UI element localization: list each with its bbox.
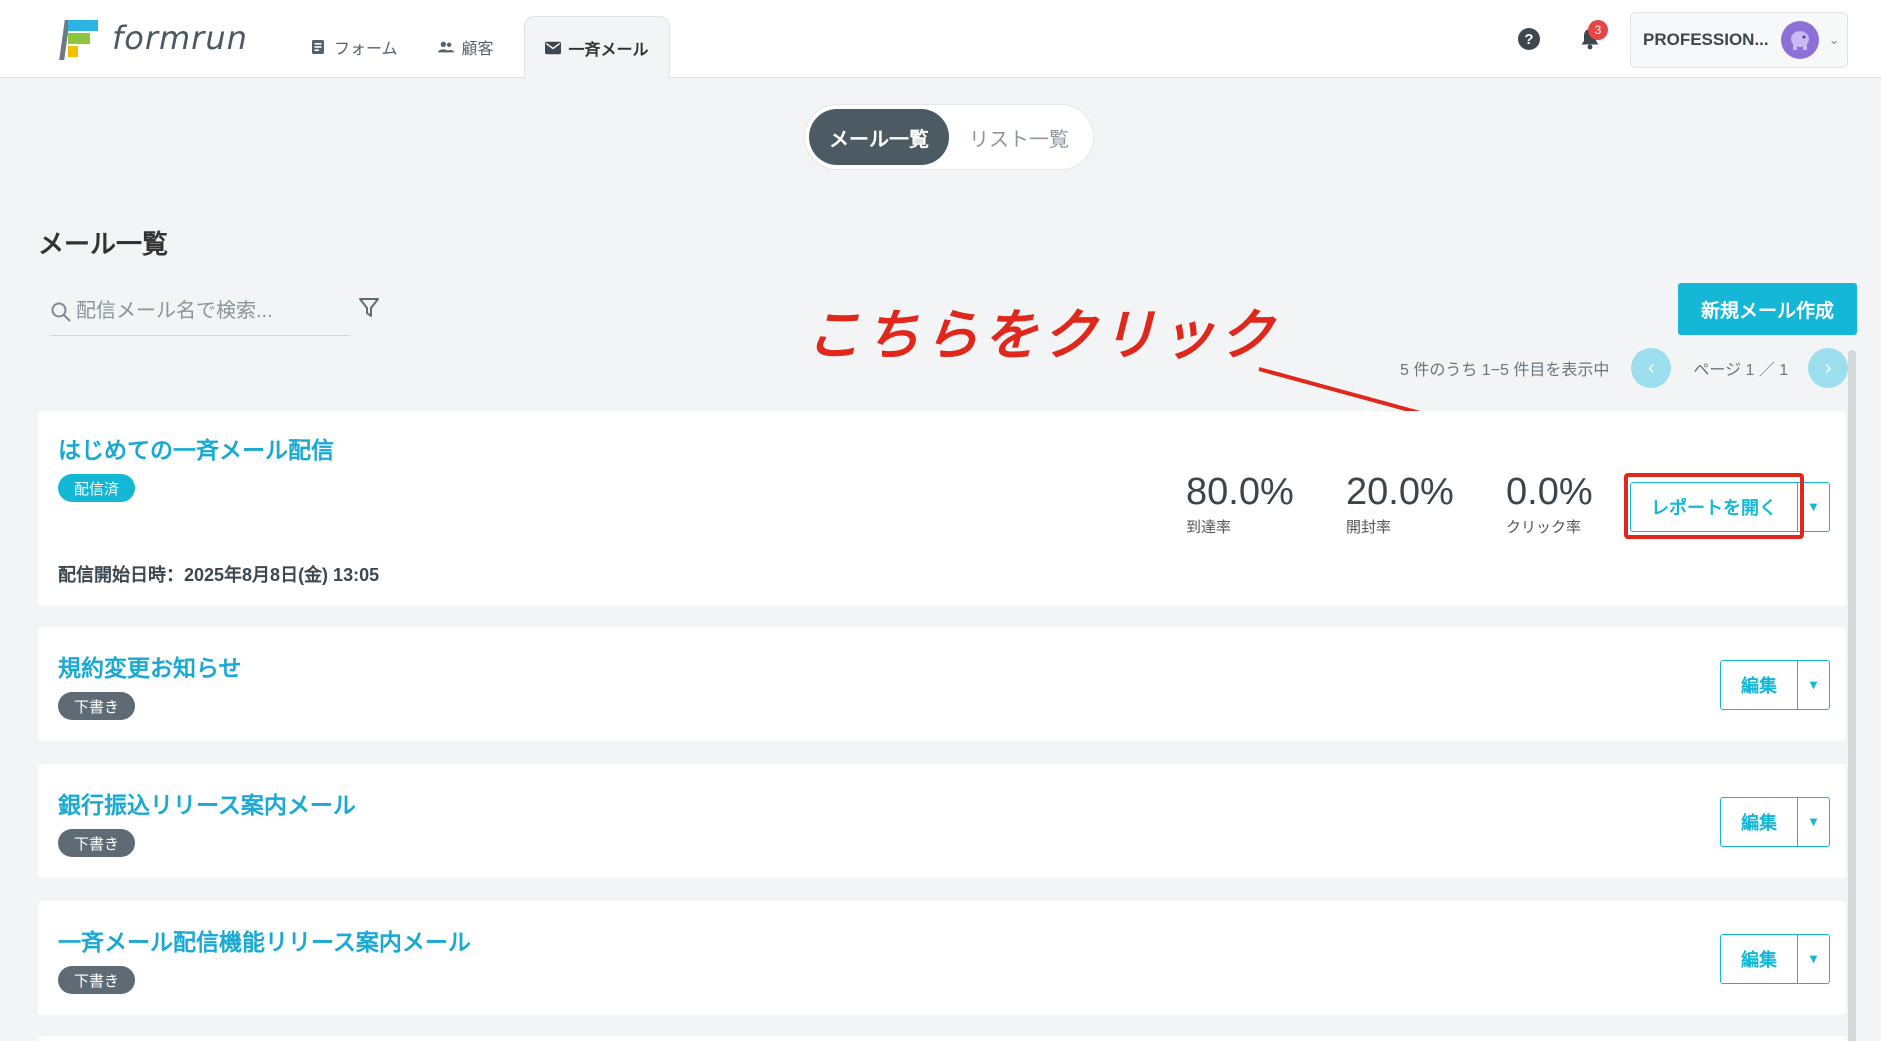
status-badge: 下書き: [58, 966, 136, 994]
sent-date: 配信開始日時：2025年8月8日(金) 13:05: [58, 565, 380, 585]
stat-value: 0.0%: [1506, 471, 1593, 513]
next-page-button[interactable]: ›: [1808, 348, 1849, 388]
mail-card: 規約変更お知らせ 下書き 編集 ▼: [38, 627, 1846, 741]
form-icon: [310, 39, 326, 55]
pagination: 5 件のうち 1−5 件目を表示中 ‹ ページ 1 ／ 1 ›: [1400, 348, 1849, 388]
search-input[interactable]: [76, 300, 336, 323]
stat-label: 到達率: [1186, 519, 1232, 536]
search-icon: [51, 302, 71, 322]
edit-button-group: 編集 ▼: [1720, 934, 1830, 984]
edit-button-group: 編集 ▼: [1720, 797, 1830, 847]
search-box: [50, 288, 350, 336]
scrollbar[interactable]: [1848, 350, 1856, 1041]
prev-page-button[interactable]: ‹: [1631, 348, 1672, 388]
mail-card: 銀行振込リリース案内メール 下書き 編集 ▼: [38, 764, 1846, 878]
open-rate: 20.0% 開封率: [1346, 471, 1454, 537]
edit-button[interactable]: 編集: [1720, 934, 1798, 984]
mail-title[interactable]: 銀行振込リリース案内メール: [58, 786, 356, 820]
account-menu[interactable]: PROFESSION... ⌄: [1630, 12, 1848, 68]
dropdown-caret-icon[interactable]: ▼: [1798, 660, 1830, 710]
edit-button[interactable]: 編集: [1720, 660, 1798, 710]
tab-mail-list[interactable]: メール一覧: [809, 109, 949, 165]
avatar: [1780, 21, 1819, 59]
mail-card: 一斉メール配信機能リリース案内メール 下書き 編集 ▼: [38, 901, 1846, 1015]
stat-value: 20.0%: [1346, 471, 1454, 513]
page-title: メール一覧: [38, 229, 169, 259]
edit-button[interactable]: 編集: [1720, 797, 1798, 847]
nav-item-customers[interactable]: 顧客: [418, 16, 514, 78]
logo-text: formrun: [112, 19, 248, 57]
page-indicator: ページ 1 ／ 1: [1693, 362, 1789, 379]
pagination-summary: 5 件のうち 1−5 件目を表示中: [1400, 362, 1610, 379]
stat-value: 80.0%: [1186, 471, 1294, 513]
annotation-text: こちらをクリック: [806, 303, 1279, 367]
click-rate: 0.0% クリック率: [1506, 471, 1593, 537]
status-badge: 配信済: [58, 474, 136, 502]
logo-icon: [59, 18, 100, 60]
formrun-logo[interactable]: formrun: [59, 18, 248, 60]
people-icon: [437, 39, 454, 55]
help-icon[interactable]: ?: [1518, 28, 1540, 50]
dropdown-caret-icon[interactable]: ▼: [1798, 934, 1830, 984]
stat-label: クリック率: [1506, 519, 1582, 536]
nav-label: 一斉メール: [568, 42, 649, 59]
main-nav: フォーム 顧客 一斉メール: [290, 16, 670, 79]
nav-item-form[interactable]: フォーム: [290, 16, 418, 78]
top-bar: formrun フォーム 顧客 一斉メール ? 3 PROFESSION...: [0, 0, 1881, 79]
tab-list-list[interactable]: リスト一覧: [949, 109, 1089, 165]
stat-label: 開封率: [1346, 519, 1392, 536]
chevron-down-icon: ⌄: [1828, 32, 1840, 48]
nav-label: フォーム: [334, 41, 398, 58]
mail-title[interactable]: 一斉メール配信機能リリース案内メール: [58, 923, 471, 957]
filter-icon[interactable]: [358, 296, 380, 320]
account-name: PROFESSION...: [1643, 30, 1769, 49]
edit-button-group: 編集 ▼: [1720, 660, 1830, 710]
nav-label: 顧客: [461, 41, 494, 58]
dropdown-caret-icon[interactable]: ▼: [1798, 797, 1830, 847]
mail-card: [38, 1036, 1846, 1041]
new-mail-button[interactable]: 新規メール作成: [1678, 283, 1857, 335]
delivery-rate: 80.0% 到達率: [1186, 471, 1294, 537]
view-switcher: メール一覧 リスト一覧: [804, 104, 1094, 170]
mail-title[interactable]: 規約変更お知らせ: [58, 649, 242, 683]
status-badge: 下書き: [58, 829, 136, 857]
mail-card: はじめての一斉メール配信 配信済 配信開始日時：2025年8月8日(金) 13:…: [38, 411, 1846, 606]
status-badge: 下書き: [58, 692, 136, 720]
mail-title[interactable]: はじめての一斉メール配信: [58, 431, 334, 465]
mail-icon: [544, 40, 561, 56]
annotation-highlight-box: [1624, 473, 1804, 539]
notification-badge: 3: [1588, 20, 1608, 40]
nav-item-bulk-mail[interactable]: 一斉メール: [523, 16, 670, 79]
